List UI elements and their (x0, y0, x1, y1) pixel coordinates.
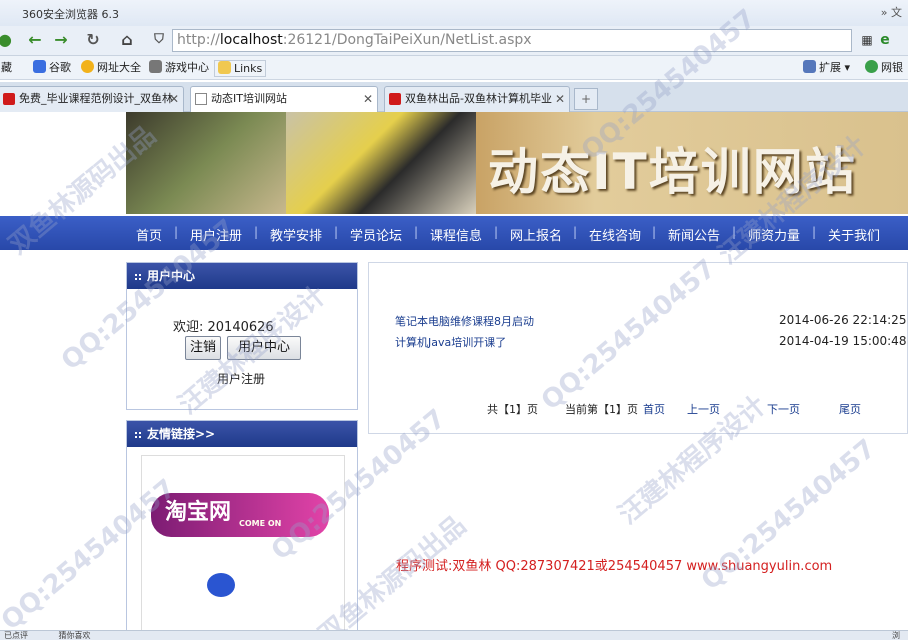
news-title[interactable]: 笔记本电脑维修课程8月启动 (395, 313, 534, 329)
user-center-panel: 用户中心 欢迎: 20140626 注销 用户中心 用户注册 (126, 262, 358, 410)
tab-strip: 免费_毕业课程范例设计_双鱼林 ✕ 动态IT培训网站 ✕ 双鱼林出品-双鱼林计算… (0, 82, 908, 112)
banner-photo-study (286, 112, 476, 214)
browser-titlebar: 360安全浏览器 6.3 » 文 (0, 0, 908, 26)
browser-logo-icon: ● (0, 30, 12, 49)
tab-free-course[interactable]: 免费_毕业课程范例设计_双鱼林 ✕ (0, 86, 184, 112)
footer-credit: 程序测试:双鱼林 QQ:287307421或254540457 www.shua… (396, 559, 833, 574)
nav-separator: | (414, 225, 419, 239)
refresh-icon[interactable]: ↻ (82, 29, 104, 51)
tab-it-training[interactable]: 动态IT培训网站 ✕ (190, 86, 378, 112)
bank-icon (865, 60, 878, 73)
news-title[interactable]: 计算机Java培训开课了 (395, 334, 506, 350)
user-center-header: 用户中心 (127, 263, 357, 289)
shield-icon[interactable]: ⛉ (148, 29, 170, 51)
taobao-logo-link[interactable]: 淘宝网 COME ON (151, 493, 329, 537)
pager-total: 共【1】页 (487, 403, 538, 416)
bullet-icon (135, 432, 141, 438)
nav-separator: | (732, 225, 737, 239)
nav-home[interactable]: 首页 (136, 225, 162, 244)
main-nav: 首页 | 用户注册 | 教学安排 | 学员论坛 | 课程信息 | 网上报名 | … (0, 216, 908, 250)
globe-icon (81, 60, 94, 73)
forward-arrow-icon[interactable]: → (50, 29, 72, 51)
pager-prev[interactable]: 上一页 (687, 401, 720, 417)
url-scheme: http:// (177, 32, 220, 48)
site-title: 动态IT培训网站 (488, 143, 857, 201)
extensions-button[interactable]: 扩展 ▾ (800, 60, 853, 77)
welcome-text: 欢迎: 20140626 (173, 320, 274, 335)
status-right-text: 浏 (892, 631, 900, 640)
nav-separator: | (812, 225, 817, 239)
nav-news[interactable]: 新闻公告 (668, 225, 720, 244)
url-host: localhost (219, 32, 283, 48)
titlebar-right-text: » 文 (880, 6, 902, 19)
gamepad-icon (149, 60, 162, 73)
taobao-logo-text: 淘宝网 (165, 500, 232, 525)
baidu-paw-icon (207, 573, 235, 597)
nav-register[interactable]: 用户注册 (190, 225, 242, 244)
friend-links-panel: 友情链接>> 淘宝网 COME ON (126, 420, 358, 640)
pager-last[interactable]: 尾页 (839, 401, 861, 417)
google-icon (33, 60, 46, 73)
nav-about[interactable]: 关于我们 (828, 225, 880, 244)
baidu-logo-link[interactable] (151, 569, 311, 599)
tab-favicon (195, 93, 207, 105)
new-tab-button[interactable]: + (574, 88, 598, 110)
bookmark-favorites[interactable]: 藏 (0, 60, 15, 77)
bullet-icon (135, 274, 141, 280)
pager-current: 当前第【1】页 (565, 403, 638, 416)
nav-separator: | (652, 225, 657, 239)
grid-icon (803, 60, 816, 73)
nav-separator: | (334, 225, 339, 239)
tab-favicon (3, 93, 15, 105)
window-title: 360安全浏览器 6.3 (22, 8, 119, 21)
news-list-panel: 笔记本电脑维修课程8月启动 2014-06-26 22:14:25 计算机Jav… (368, 262, 908, 434)
news-date: 2014-06-26 22:14:25 (779, 313, 907, 327)
address-bar[interactable]: http://localhost:26121/DongTaiPeiXun/Net… (172, 29, 852, 52)
ie-icon[interactable]: e (874, 29, 896, 51)
browser-statusbar: 已点评 猜你喜欢 浏 (0, 630, 908, 640)
friend-links-header: 友情链接>> (127, 421, 357, 447)
bookmark-game-center[interactable]: 游戏中心 (146, 60, 212, 77)
nav-teachers[interactable]: 师资力量 (748, 225, 800, 244)
links-box (141, 455, 345, 640)
home-icon[interactable]: ⌂ (116, 29, 138, 51)
nav-separator: | (254, 225, 259, 239)
bookmark-url-directory[interactable]: 网址大全 (78, 60, 144, 77)
nav-separator: | (174, 225, 179, 239)
nav-separator: | (494, 225, 499, 239)
pager-next[interactable]: 下一页 (767, 401, 800, 417)
nav-enroll[interactable]: 网上报名 (510, 225, 562, 244)
status-left-text: 已点评 (4, 631, 28, 640)
nav-courses[interactable]: 课程信息 (430, 225, 482, 244)
tab-close-icon[interactable]: ✕ (363, 87, 373, 111)
news-date: 2014-04-19 15:00:48 (779, 334, 907, 348)
nav-consult[interactable]: 在线咨询 (589, 225, 641, 244)
status-mid-text[interactable]: 猜你喜欢 (59, 631, 91, 640)
tab-close-icon[interactable]: ✕ (555, 87, 565, 111)
bookmark-links[interactable]: Links (214, 60, 267, 77)
register-link[interactable]: 用户注册 (217, 370, 265, 387)
bookmark-google[interactable]: 谷歌 (30, 60, 74, 77)
tab-favicon (389, 93, 401, 105)
url-path: :26121/DongTaiPeiXun/NetList.aspx (282, 32, 532, 48)
browser-toolbar: ● ← → ↻ ⌂ ⛉ http://localhost:26121/DongT… (0, 26, 908, 56)
tab-close-icon[interactable]: ✕ (169, 87, 179, 111)
back-arrow-icon[interactable]: ← (24, 29, 46, 51)
nav-forum[interactable]: 学员论坛 (350, 225, 402, 244)
site-banner: 动态IT培训网站 (126, 112, 908, 214)
banner-photo-students (126, 112, 286, 214)
pager-first[interactable]: 首页 (643, 401, 665, 417)
bookmarks-bar: 藏 谷歌 网址大全 游戏中心 Links 扩展 ▾ 网银 (0, 56, 908, 80)
nav-schedule[interactable]: 教学安排 (270, 225, 322, 244)
folder-icon (218, 61, 231, 74)
nav-separator: | (573, 225, 578, 239)
bank-button[interactable]: 网银 (862, 60, 906, 77)
logout-button[interactable]: 注销 (185, 336, 221, 360)
taobao-logo-subtext: COME ON (239, 519, 282, 528)
tab-shuangyulin[interactable]: 双鱼林出品-双鱼林计算机毕业 ✕ (384, 86, 570, 112)
user-center-button[interactable]: 用户中心 (227, 336, 301, 360)
